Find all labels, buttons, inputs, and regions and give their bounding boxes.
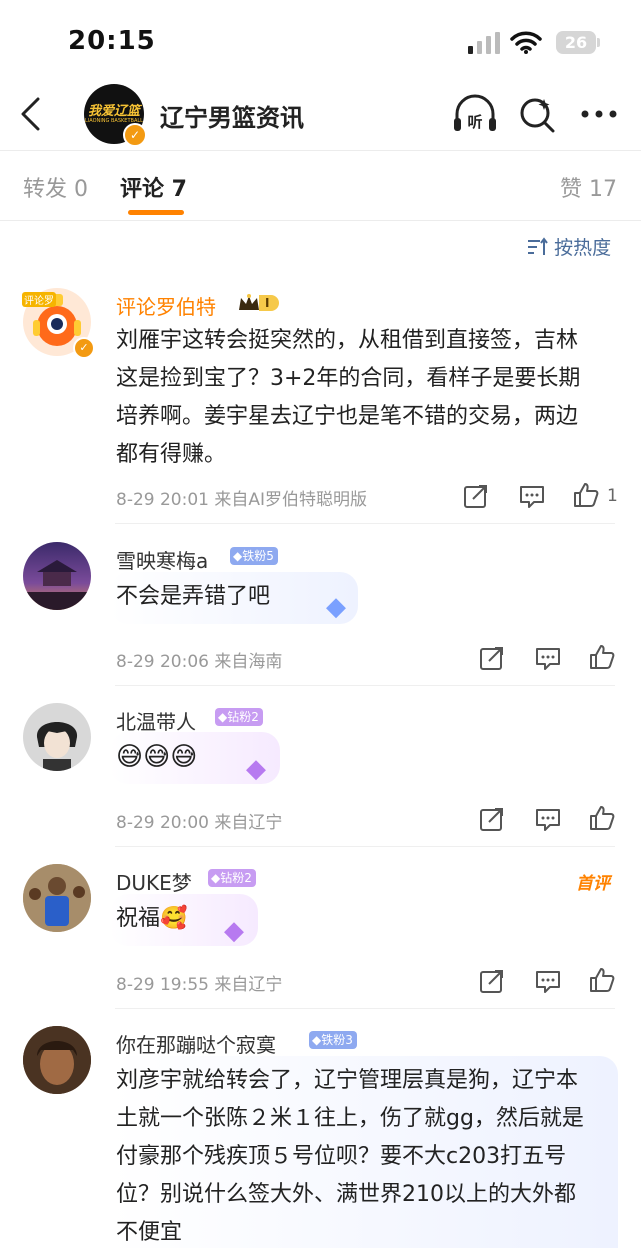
comment-meta: 8-29 20:00 来自辽宁 xyxy=(116,813,283,833)
more-icon[interactable] xyxy=(580,108,618,120)
share-icon[interactable] xyxy=(479,806,505,832)
verified-badge-icon: ✓ xyxy=(73,337,95,359)
sort-label: 按热度 xyxy=(554,237,612,259)
avatar[interactable] xyxy=(23,703,91,771)
fan-badge-label: 铁粉3 xyxy=(321,1033,353,1047)
wifi-icon xyxy=(510,31,542,54)
diamond-icon: ◆ xyxy=(312,1033,322,1047)
pavilion-avatar-icon xyxy=(23,560,91,610)
battery-tip xyxy=(597,38,600,47)
comment-icon[interactable] xyxy=(519,484,545,510)
man-face-avatar-icon xyxy=(23,1026,91,1094)
diamond-icon: ◆ xyxy=(233,549,243,563)
avatar-logo-text: 我爱辽篮 xyxy=(87,104,140,119)
fan-badge: ◆铁粉3 xyxy=(309,1031,357,1049)
like-icon[interactable] xyxy=(573,482,599,508)
avatar[interactable] xyxy=(23,1026,91,1094)
fan-badge-label: 铁粉5 xyxy=(242,549,274,563)
comment-separator xyxy=(115,846,615,847)
tab-comment[interactable]: 评论 7 xyxy=(120,171,187,203)
member-badge: I xyxy=(237,292,280,314)
like-count: 1 xyxy=(607,486,618,506)
comment-icon[interactable] xyxy=(535,807,561,833)
verified-badge-icon: ✓ xyxy=(123,123,147,147)
share-icon[interactable] xyxy=(479,968,505,994)
comment-username[interactable]: DUKE梦 xyxy=(116,867,192,896)
comment-separator xyxy=(115,1008,615,1009)
comment-separator xyxy=(115,523,615,524)
comment-text: 祝福🥰 xyxy=(116,906,188,931)
comment-username[interactable]: 北温带人 xyxy=(116,706,196,735)
fan-badge: ◆钻粉2 xyxy=(208,869,256,887)
avatar[interactable] xyxy=(23,542,91,610)
header-divider xyxy=(0,150,641,151)
status-time: 20:15 xyxy=(68,26,156,56)
comment-icon[interactable] xyxy=(535,969,561,995)
signal-icon xyxy=(468,32,500,54)
avatar-tag: 评论罗 xyxy=(22,292,56,307)
fan-badge: ◆钻粉2 xyxy=(215,708,263,726)
comment-meta: 8-29 20:01 来自AI罗伯特聪明版 xyxy=(116,490,368,510)
avatar[interactable] xyxy=(23,864,91,932)
like-icon[interactable] xyxy=(589,967,615,993)
like-icon[interactable] xyxy=(589,805,615,831)
listen-label: 听 xyxy=(467,113,482,131)
sort-control[interactable]: 按热度 xyxy=(527,233,611,260)
comment-text: 不会是弄错了吧 xyxy=(116,584,271,609)
comment-separator xyxy=(115,685,615,686)
diamond-icon: ◆ xyxy=(218,710,228,724)
comment-username[interactable]: 评论罗伯特 xyxy=(116,291,216,320)
like-icon[interactable] xyxy=(589,644,615,670)
comment-text: 刘雁宇这转会挺突然的，从租借到直接签，吉林这是捡到宝了？3+2年的合同，看样子是… xyxy=(116,328,581,467)
comment-text: 刘彦宇就给转会了，辽宁管理层真是狗，辽宁本土就一个张陈２米１往上，伤了就gg，然… xyxy=(116,1068,584,1245)
comment-username[interactable]: 你在那蹦哒个寂寞 xyxy=(116,1029,276,1058)
comment-meta: 8-29 19:55 来自辽宁 xyxy=(116,975,283,995)
first-comment-tag: 首评 xyxy=(576,874,610,894)
fan-badge: ◆铁粉5 xyxy=(230,547,278,565)
crown-icon xyxy=(239,294,259,310)
anime-avatar-icon xyxy=(36,722,78,771)
listen-icon[interactable]: 听 xyxy=(452,94,498,134)
share-icon[interactable] xyxy=(463,483,489,509)
tab-active-indicator xyxy=(128,210,184,215)
fan-badge-label: 钻粉2 xyxy=(227,710,259,724)
tabs-divider xyxy=(0,220,641,221)
sort-icon xyxy=(528,236,548,255)
tab-repost[interactable]: 转发 0 xyxy=(23,171,88,203)
comment-meta: 8-29 20:06 来自海南 xyxy=(116,652,283,672)
comment-text: 😅😅😅 xyxy=(116,742,198,772)
page-title: 辽宁男篮资讯 xyxy=(160,104,304,132)
share-icon[interactable] xyxy=(479,645,505,671)
basketball-player-avatar-icon xyxy=(23,864,91,932)
comment-username[interactable]: 雪映寒梅a xyxy=(116,545,208,574)
fan-badge-label: 钻粉2 xyxy=(220,871,252,885)
back-icon[interactable] xyxy=(18,96,42,132)
comment-icon[interactable] xyxy=(535,646,561,672)
search-icon[interactable] xyxy=(518,96,556,134)
member-level: I xyxy=(259,295,280,311)
diamond-icon: ◆ xyxy=(211,871,221,885)
tab-like[interactable]: 赞 17 xyxy=(560,171,617,203)
battery-indicator: 26 xyxy=(556,31,596,54)
